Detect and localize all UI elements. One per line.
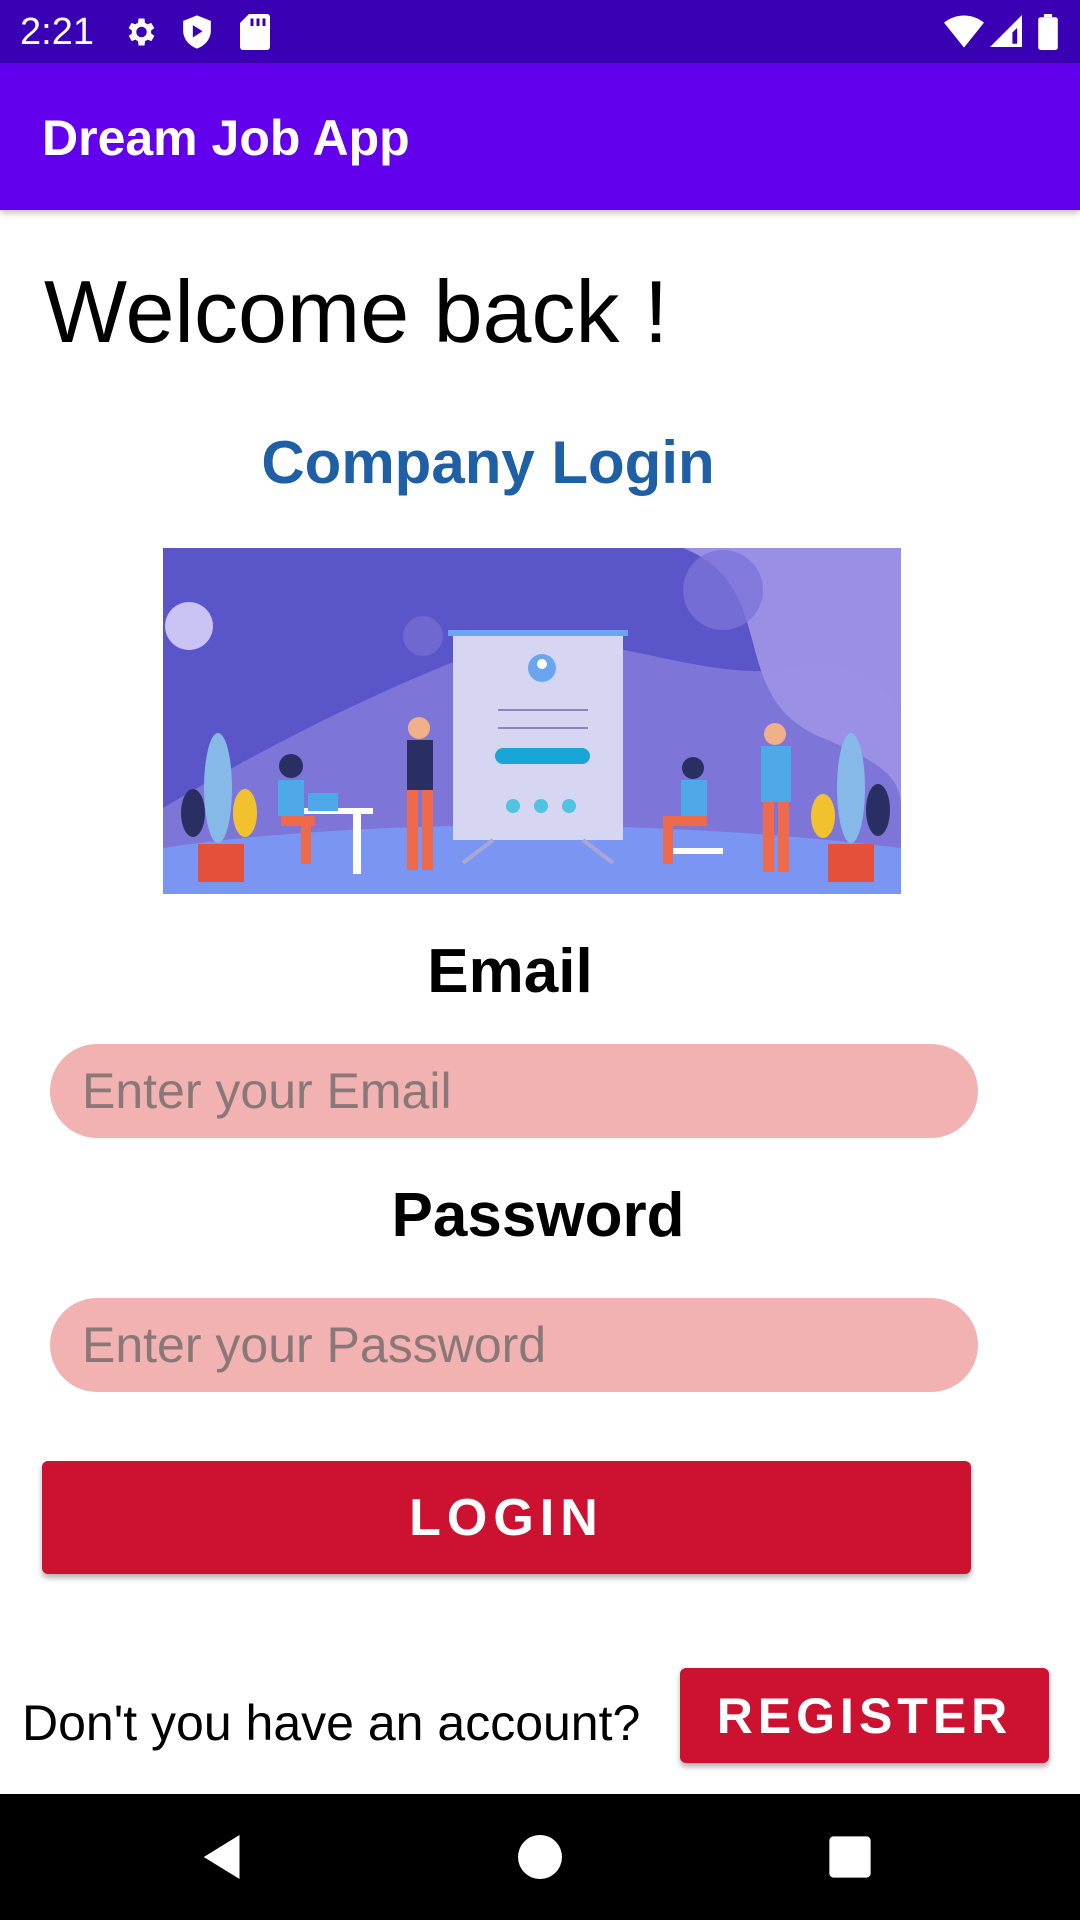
- welcome-heading: Welcome back !: [44, 262, 669, 361]
- company-login-title: Company Login: [261, 429, 715, 496]
- app-title: Dream Job App: [42, 110, 410, 166]
- gear-icon: [122, 14, 158, 55]
- cell-signal-icon: [990, 14, 1022, 53]
- status-time: 2:21: [20, 11, 94, 53]
- password-label: Password: [391, 1181, 685, 1250]
- status-bar: 2:21: [0, 0, 1080, 63]
- sd-card-icon: [240, 14, 270, 55]
- back-icon[interactable]: [190, 1824, 256, 1890]
- login-screen: 2:21 Dream Job App Welcome back ! Compan…: [0, 0, 1080, 1920]
- login-button[interactable]: LOGIN: [42, 1461, 971, 1574]
- battery-icon: [1038, 14, 1058, 55]
- wifi-icon: [944, 14, 984, 53]
- register-button[interactable]: REGISTER: [680, 1668, 1049, 1763]
- password-input[interactable]: [50, 1298, 978, 1392]
- shield-play-icon: [180, 14, 214, 55]
- home-icon[interactable]: [507, 1824, 573, 1890]
- register-prompt-text: Don't you have an account?: [22, 1695, 641, 1751]
- navigation-bar: [0, 1794, 1080, 1920]
- email-label: Email: [427, 937, 593, 1006]
- recents-icon[interactable]: [817, 1824, 883, 1890]
- app-bar: Dream Job App: [0, 63, 1080, 210]
- email-input[interactable]: [50, 1044, 978, 1138]
- login-illustration: [163, 548, 901, 894]
